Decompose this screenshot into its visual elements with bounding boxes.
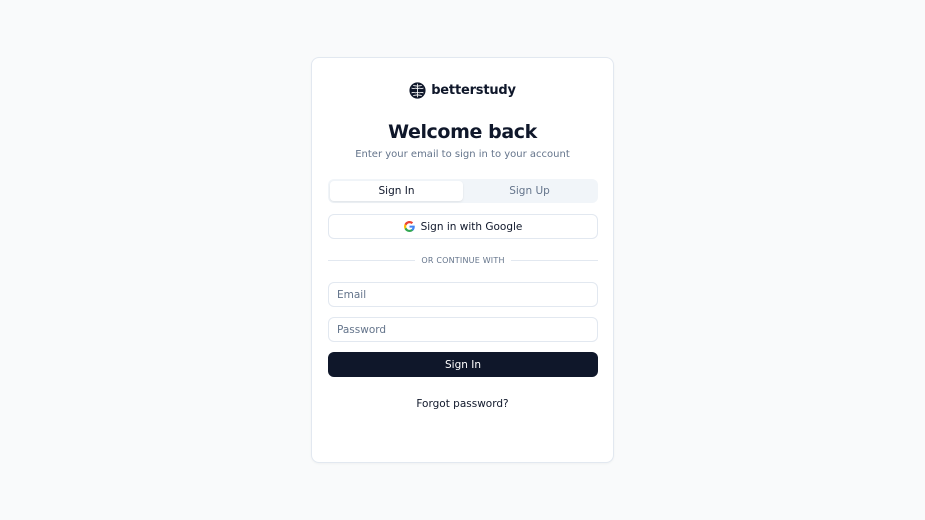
google-sign-in-button[interactable]: Sign in with Google: [328, 214, 598, 239]
tab-sign-in[interactable]: Sign In: [330, 181, 463, 201]
sign-in-button[interactable]: Sign In: [328, 352, 598, 377]
forgot-password-link[interactable]: Forgot password?: [312, 398, 613, 410]
google-icon: [403, 221, 415, 232]
google-button-label: Sign in with Google: [420, 220, 523, 233]
brand: betterstudy: [312, 82, 613, 99]
password-field[interactable]: [328, 317, 598, 342]
tab-sign-up[interactable]: Sign Up: [463, 181, 596, 201]
brain-icon: [409, 82, 426, 99]
brand-name: betterstudy: [431, 83, 516, 98]
auth-tabs: Sign In Sign Up: [328, 179, 598, 203]
page-title: Welcome back: [388, 121, 537, 143]
divider-text: Or continue with: [421, 255, 505, 265]
divider-line-left: [328, 259, 416, 261]
email-field[interactable]: [328, 282, 598, 307]
page-subtitle: Enter your email to sign in to your acco…: [355, 149, 570, 160]
divider: Or continue with: [328, 254, 599, 266]
sign-in-card: betterstudy Welcome back Enter your emai…: [311, 57, 614, 463]
divider-line-right: [510, 259, 599, 261]
